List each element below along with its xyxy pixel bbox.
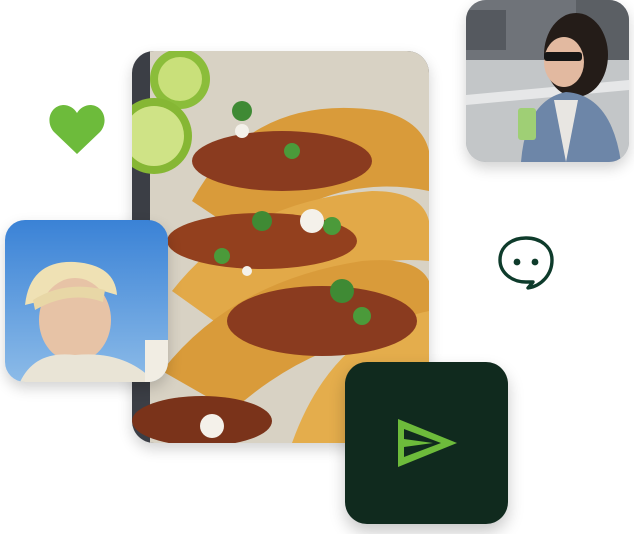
send-icon	[398, 419, 457, 467]
chat-bubble-icon[interactable]	[497, 234, 555, 290]
woman-photo	[466, 0, 629, 162]
man-photo	[5, 220, 168, 382]
heart-icon[interactable]	[48, 102, 106, 156]
send-button[interactable]	[345, 362, 508, 524]
